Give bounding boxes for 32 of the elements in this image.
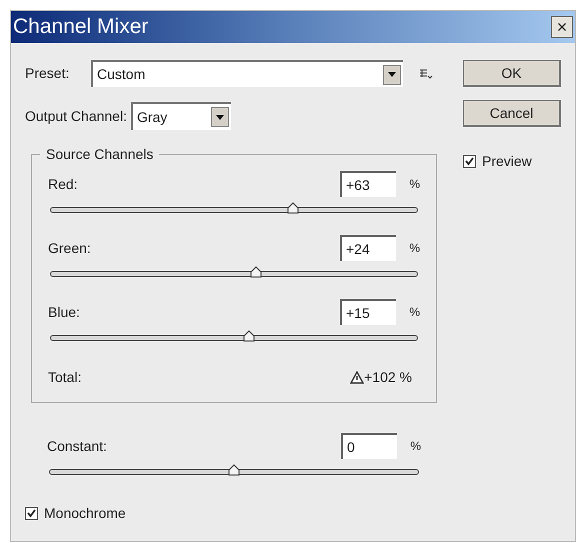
percent-field[interactable]: +15	[340, 299, 396, 325]
unit-label: %	[409, 438, 421, 455]
slider-thumb[interactable]	[286, 202, 299, 214]
slider-thumb[interactable]	[242, 330, 255, 342]
monochrome-label: Monochrome	[44, 504, 126, 523]
total-label: Total:	[48, 368, 82, 387]
preset-label: Preset:	[25, 64, 70, 83]
total-value: +102 %	[364, 368, 412, 387]
percent-field[interactable]: +63	[340, 171, 396, 197]
channel-label: Green:	[48, 238, 92, 258]
slider-thumb[interactable]	[228, 464, 240, 476]
unit-label: %	[408, 304, 420, 321]
channel-label: Constant:	[47, 436, 108, 456]
close-button[interactable]: ×	[551, 16, 573, 38]
preview-label: Preview	[482, 152, 532, 171]
unit-label: %	[408, 240, 420, 257]
checkbox[interactable]	[463, 155, 476, 168]
window-title: Channel Mixer	[13, 14, 148, 40]
unit-label: %	[408, 176, 420, 193]
percent-field[interactable]: 0	[341, 433, 397, 459]
output-channel-label: Output Channel:	[25, 106, 127, 126]
warning-icon	[350, 371, 364, 384]
slider-thumb[interactable]	[250, 266, 262, 278]
checkbox[interactable]	[25, 507, 38, 520]
channel-label: Red:	[48, 174, 79, 194]
preset-dropdown[interactable]: Custom	[91, 60, 403, 87]
dialog-button[interactable]: Cancel	[463, 100, 561, 127]
output-channel-dropdown[interactable]: Gray	[130, 102, 231, 130]
dialog-button[interactable]: OK	[463, 60, 561, 87]
channel-label: Blue:	[48, 302, 81, 322]
percent-field[interactable]: +24	[340, 235, 396, 261]
menu-icon[interactable]	[419, 68, 433, 80]
